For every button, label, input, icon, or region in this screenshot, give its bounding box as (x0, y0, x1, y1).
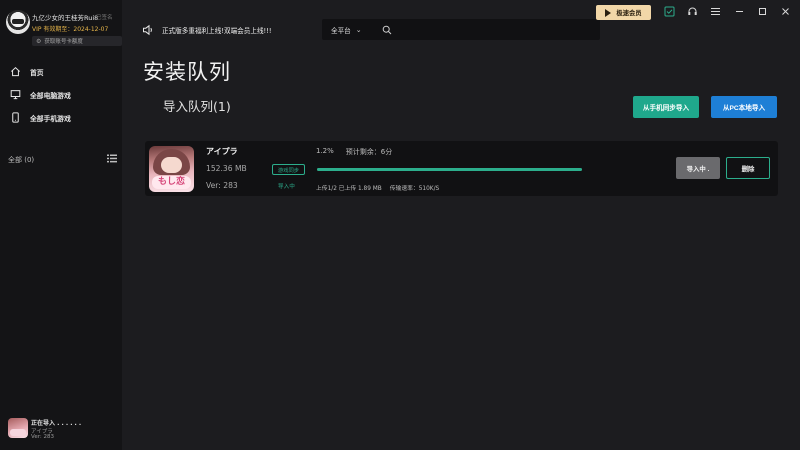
sidebar-item-label: 全部电脑游戏 (30, 91, 71, 100)
speed-vip-label: 极速会员 (616, 10, 642, 17)
sidebar-item-label: 首页 (30, 68, 44, 77)
progress-percent: 1.2% (316, 147, 334, 155)
notice-text: 正式版多重福利上线!双端会员上线!!! (162, 27, 272, 35)
all-games-count: 全部 (0) (8, 156, 35, 164)
game-size: 152.36 MB (206, 164, 247, 173)
vip-expiry: VIP 有效期至：2024-12-07 (32, 26, 109, 33)
gear-icon: ⚙ (36, 37, 42, 45)
username: 九亿少女的王桂芳Rui8 (32, 14, 99, 22)
get-vip-label: 获取账号卡额度 (44, 39, 83, 45)
import-status-version: Ver: 283 (31, 434, 54, 440)
notice-banner[interactable]: 正式版多重福利上线!双端会员上线!!! (142, 20, 282, 40)
delete-button[interactable]: 删除 (726, 157, 770, 179)
thumbnail-face (161, 157, 182, 173)
import-status-mini[interactable]: 正在导入 . . . . . . アイプラ Ver: 283 (8, 418, 118, 444)
game-name: アイプラ (206, 147, 238, 156)
minimize-icon[interactable] (734, 6, 745, 17)
sync-badge: 游戏同步 (272, 164, 305, 175)
headset-icon[interactable] (687, 6, 698, 17)
game-version: Ver: 283 (206, 181, 238, 190)
maximize-icon[interactable] (757, 6, 768, 17)
sidebar-item-label: 全部手机游戏 (30, 114, 71, 123)
progress-fill (317, 168, 582, 171)
monitor-icon (10, 90, 21, 100)
play-icon (605, 8, 612, 17)
search-icon[interactable] (382, 25, 392, 35)
menu-icon[interactable] (710, 6, 721, 17)
import-from-pc-button[interactable]: 从PC本地导入 (711, 96, 777, 118)
checklist-icon[interactable] (664, 6, 675, 17)
phone-icon (12, 112, 19, 123)
upload-text: 上传1/2 已上传 1.89 MB (316, 186, 382, 192)
page-title: 安装队列 (143, 60, 231, 84)
list-view-icon[interactable] (107, 154, 117, 163)
sync-from-phone-button[interactable]: 从手机同步导入 (633, 96, 699, 118)
user-status: 已签名 (96, 15, 113, 21)
sidebar-item-home[interactable]: 首页 (0, 60, 122, 83)
game-thumbnail-small (8, 418, 28, 438)
search-bar: 全平台 ⌄ (322, 19, 600, 40)
sidebar: 九亿少女的王桂芳Rui8 已签名 VIP 有效期至：2024-12-07 ⚙ 获… (0, 0, 122, 450)
speed-text: 传输速率：510K/S (389, 186, 440, 192)
speaker-icon (143, 24, 152, 36)
sidebar-nav: 首页 全部电脑游戏 全部手机游戏 (0, 60, 122, 129)
platform-select[interactable]: 全平台 ⌄ (322, 25, 378, 35)
import-state: 导入中 (278, 184, 295, 190)
sidebar-item-mobile-games[interactable]: 全部手机游戏 (0, 106, 122, 129)
search-input[interactable] (392, 19, 600, 40)
progress-info: 1.2% 预计剩余：6分 (316, 147, 392, 157)
user-profile[interactable]: 九亿少女的王桂芳Rui8 已签名 VIP 有效期至：2024-12-07 ⚙ 获… (6, 10, 122, 50)
importing-button[interactable]: 导入中 . (676, 157, 720, 179)
sidebar-item-pc-games[interactable]: 全部电脑游戏 (0, 83, 122, 106)
game-logo: もし恋 (152, 176, 191, 189)
home-icon (11, 66, 20, 77)
queue-title: 导入队列(1) (163, 99, 231, 114)
progress-bar (317, 168, 582, 171)
avatar[interactable] (6, 10, 30, 34)
transfer-info: 上传1/2 已上传 1.89 MB 传输速率：510K/S (316, 183, 439, 192)
speed-vip-button[interactable]: 极速会员 (596, 5, 651, 20)
close-icon[interactable] (780, 6, 791, 17)
get-vip-button[interactable]: ⚙ 获取账号卡额度 (32, 36, 122, 46)
chevron-down-icon: ⌄ (355, 25, 362, 34)
queue-item-card: もし恋 アイプラ 152.36 MB Ver: 283 游戏同步 导入中 1.2… (145, 141, 778, 196)
game-thumbnail: もし恋 (149, 146, 194, 192)
import-status-title: 正在导入 . . . . . . (31, 420, 82, 427)
platform-label: 全平台 (331, 26, 351, 35)
eta-text: 预计剩余：6分 (345, 148, 393, 156)
